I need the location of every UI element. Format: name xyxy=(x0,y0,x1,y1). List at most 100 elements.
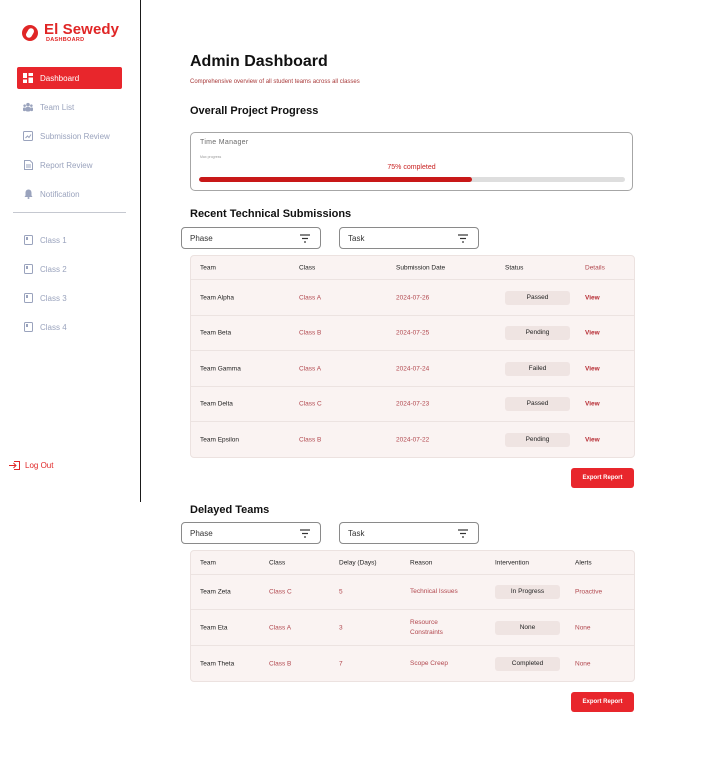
brand-name: El Sewedy xyxy=(44,21,120,38)
date-cell: 2024-07-22 xyxy=(396,436,430,443)
logout-button[interactable]: Log Out xyxy=(9,461,53,470)
table-row: Team Alpha Class A 2024-07-26 Passed Vie… xyxy=(191,280,634,316)
date-cell: 2024-07-26 xyxy=(396,294,430,301)
sidebar-item-submission-review[interactable]: Submission Review xyxy=(17,125,122,147)
view-link[interactable]: View xyxy=(585,436,600,443)
table-row: Team Epsilon Class B 2024-07-22 Pending … xyxy=(191,422,634,457)
table-row: Team Zeta Class C 5 Technical Issues In … xyxy=(191,575,634,610)
view-link[interactable]: View xyxy=(585,401,600,408)
column-header: Alerts xyxy=(575,559,592,566)
sidebar-item-report-review[interactable]: Report Review xyxy=(17,154,122,176)
dashboard-icon xyxy=(23,73,33,83)
sidebar-nav: Dashboard Team List Submission Review Re… xyxy=(13,67,126,345)
alert-cell: Proactive xyxy=(575,588,603,596)
column-header: Reason xyxy=(410,559,433,566)
sidebar-item-label: Class 4 xyxy=(40,322,67,332)
delayed-teams-table: Team Class Delay (Days) Reason Intervent… xyxy=(190,550,635,682)
view-link[interactable]: View xyxy=(585,294,600,301)
team-cell: Team Beta xyxy=(200,329,232,337)
brand-subtitle: DASHBOARD xyxy=(46,37,85,43)
status-badge: Pending xyxy=(505,432,570,447)
table-header-row: Team Class Delay (Days) Reason Intervent… xyxy=(191,551,634,575)
intervention-badge: Completed xyxy=(495,656,560,671)
filter-icon xyxy=(458,529,468,538)
phase-filter[interactable]: Phase xyxy=(181,227,321,249)
task-filter-label: Task xyxy=(348,233,365,243)
view-link[interactable]: View xyxy=(585,365,600,372)
team-cell: Team Zeta xyxy=(200,588,231,596)
filter-icon xyxy=(300,234,310,243)
section-title-delayed: Delayed Teams xyxy=(190,504,270,516)
task-filter-label: Task xyxy=(348,528,365,538)
sidebar-item-label: Dashboard xyxy=(40,73,80,83)
date-cell: 2024-07-25 xyxy=(396,329,430,337)
class-cell: Class B xyxy=(299,436,322,443)
sidebar-item-notification[interactable]: Notification xyxy=(17,183,122,205)
column-header: Class xyxy=(299,264,316,271)
sidebar-item-team-list[interactable]: Team List xyxy=(17,96,122,118)
alert-cell: None xyxy=(575,624,591,631)
column-header: Intervention xyxy=(495,559,529,566)
column-header: Delay (Days) xyxy=(339,559,377,566)
class-cell: Class A xyxy=(299,365,322,372)
sidebar: El Sewedy DASHBOARD Dashboard Team List … xyxy=(0,0,141,502)
view-link[interactable]: View xyxy=(585,330,600,337)
delay-cell: 3 xyxy=(339,624,343,631)
export-report-button[interactable]: Export Report xyxy=(571,468,634,488)
sidebar-item-class-1[interactable]: Class 1 xyxy=(17,229,122,251)
team-cell: Team Gamma xyxy=(200,365,241,372)
export-report-button[interactable]: Export Report xyxy=(571,692,634,712)
intervention-badge: None xyxy=(495,620,560,635)
delay-cell: 5 xyxy=(339,588,343,596)
class-cell: Class B xyxy=(299,329,322,337)
reason-cell: Technical Issues xyxy=(410,588,458,595)
date-cell: 2024-07-23 xyxy=(396,400,430,408)
class-cell: Class B xyxy=(269,660,292,667)
logout-label: Log Out xyxy=(25,461,54,470)
sidebar-divider xyxy=(13,212,126,213)
page-subtitle: Comprehensive overview of all student te… xyxy=(190,79,360,85)
sidebar-item-dashboard[interactable]: Dashboard xyxy=(17,67,122,89)
class-icon xyxy=(23,322,33,332)
phase-filter-label: Phase xyxy=(190,233,213,243)
status-badge: Failed xyxy=(505,361,570,376)
table-header-row: Team Class Submission Date Status Detail… xyxy=(191,256,634,280)
team-cell: Team Theta xyxy=(200,660,235,667)
sidebar-item-label: Team List xyxy=(40,102,75,112)
filter-icon xyxy=(458,234,468,243)
column-header: Details xyxy=(585,264,605,271)
phase-filter[interactable]: Phase xyxy=(181,522,321,544)
sidebar-item-class-4[interactable]: Class 4 xyxy=(17,316,122,338)
table-row: Team Gamma Class A 2024-07-24 Failed Vie… xyxy=(191,351,634,387)
progress-card: Time Manager Max progress 75% completed xyxy=(190,132,633,191)
table-row: Team Eta Class A 3 Resource Constraints … xyxy=(191,610,634,646)
task-filter[interactable]: Task xyxy=(339,522,479,544)
alert-cell: None xyxy=(575,660,591,667)
section-title-submissions: Recent Technical Submissions xyxy=(190,208,352,220)
table-row: Team Beta Class B 2024-07-25 Pending Vie… xyxy=(191,316,634,351)
sidebar-item-class-3[interactable]: Class 3 xyxy=(17,287,122,309)
team-icon xyxy=(23,102,33,112)
page-title: Admin Dashboard xyxy=(190,53,328,70)
sidebar-item-label: Class 1 xyxy=(40,235,67,245)
column-header: Status xyxy=(505,264,524,271)
class-cell: Class C xyxy=(269,588,292,596)
progress-label: 75% completed xyxy=(387,164,436,171)
table-row: Team Theta Class B 7 Scope Creep Complet… xyxy=(191,646,634,681)
team-cell: Team Alpha xyxy=(200,294,234,301)
task-filter[interactable]: Task xyxy=(339,227,479,249)
sidebar-item-class-2[interactable]: Class 2 xyxy=(17,258,122,280)
reason-cell: Resource Constraints xyxy=(410,618,443,638)
progress-card-subtitle: Max progress xyxy=(200,155,222,159)
logo-icon xyxy=(22,24,38,41)
column-header: Class xyxy=(269,559,286,566)
bell-icon xyxy=(23,189,33,199)
brand-logo[interactable]: El Sewedy DASHBOARD xyxy=(22,22,119,44)
sidebar-item-label: Class 3 xyxy=(40,293,67,303)
class-icon xyxy=(23,264,33,274)
sidebar-item-label: Class 2 xyxy=(40,264,67,274)
submissions-table: Team Class Submission Date Status Detail… xyxy=(190,255,635,458)
submission-icon xyxy=(23,131,33,141)
team-cell: Team Eta xyxy=(200,624,228,631)
class-icon xyxy=(23,235,33,245)
